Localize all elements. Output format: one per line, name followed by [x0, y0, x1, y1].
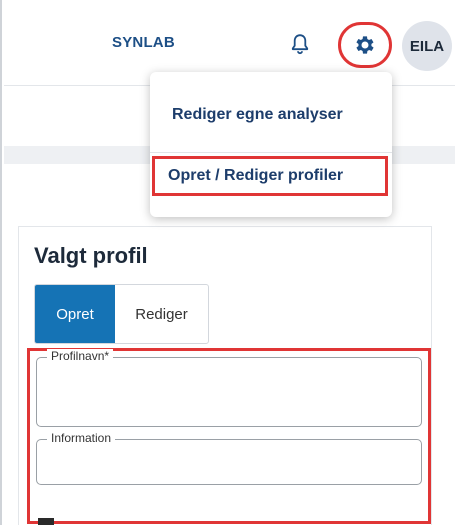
profile-name-label: Profilnavn* — [47, 349, 114, 363]
bell-icon[interactable] — [288, 32, 312, 56]
brand-link[interactable]: SYNLAB — [112, 34, 175, 51]
profile-panel: Valgt profil Opret Rediger Profilnavn* I… — [18, 226, 432, 525]
profile-form: Profilnavn* Information — [27, 348, 431, 524]
settings-menu: Rediger egne analyser Opret / Rediger pr… — [150, 72, 392, 217]
gear-icon — [356, 36, 374, 54]
menu-divider — [150, 152, 392, 153]
tab-create[interactable]: Opret — [35, 285, 115, 343]
user-avatar[interactable]: EILA — [402, 21, 452, 71]
tab-edit[interactable]: Rediger — [115, 285, 208, 343]
app-frame: SYNLAB EILA Valgt profil Opret Rediger P… — [0, 0, 455, 525]
mode-tabs: Opret Rediger — [34, 284, 209, 344]
profile-name-field[interactable]: Profilnavn* — [36, 349, 422, 427]
information-field[interactable]: Information — [36, 431, 422, 485]
scroll-indicator — [38, 518, 54, 525]
menu-item-create-edit-profiles[interactable]: Opret / Rediger profiler — [152, 156, 388, 196]
menu-item-edit-analyses[interactable]: Rediger egne analyser — [172, 106, 343, 124]
page-title: Valgt profil — [34, 243, 148, 268]
settings-button[interactable] — [338, 22, 392, 68]
information-label: Information — [47, 431, 116, 445]
